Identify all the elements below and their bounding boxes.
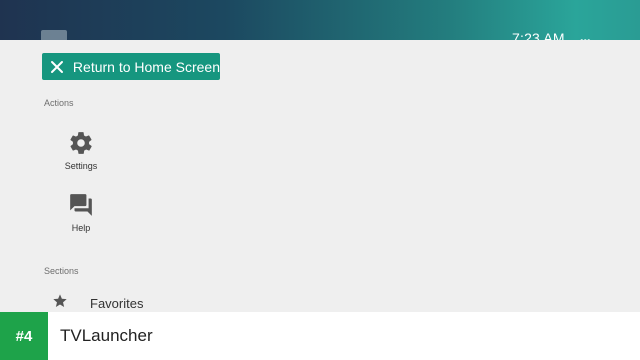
chat-question-icon (56, 190, 106, 220)
clock: 7:23 AM (512, 30, 565, 40)
side-menu-panel: Return to Home Screen Actions Settings H… (0, 40, 640, 312)
favorites-label: Favorites (90, 296, 144, 311)
return-home-label: Return to Home Screen (72, 58, 220, 75)
rank-badge: #4 (0, 312, 48, 360)
app-name: TVLauncher (60, 326, 153, 345)
top-bar: 7:23 AM ••• (0, 0, 640, 40)
app-banner: #4 TVLauncher (0, 312, 640, 360)
help-label: Help (71, 223, 91, 233)
settings-action[interactable]: Settings (56, 128, 106, 171)
actions-heading: Actions (44, 98, 74, 108)
return-home-button[interactable]: Return to Home Screen (42, 53, 220, 80)
star-icon (52, 293, 68, 314)
close-icon (42, 60, 73, 74)
settings-label: Settings (64, 161, 98, 171)
sections-heading: Sections (44, 266, 79, 276)
help-action[interactable]: Help (56, 190, 106, 233)
gear-icon (56, 128, 106, 158)
app-tile[interactable] (41, 30, 67, 40)
section-favorites[interactable]: Favorites (52, 293, 143, 314)
